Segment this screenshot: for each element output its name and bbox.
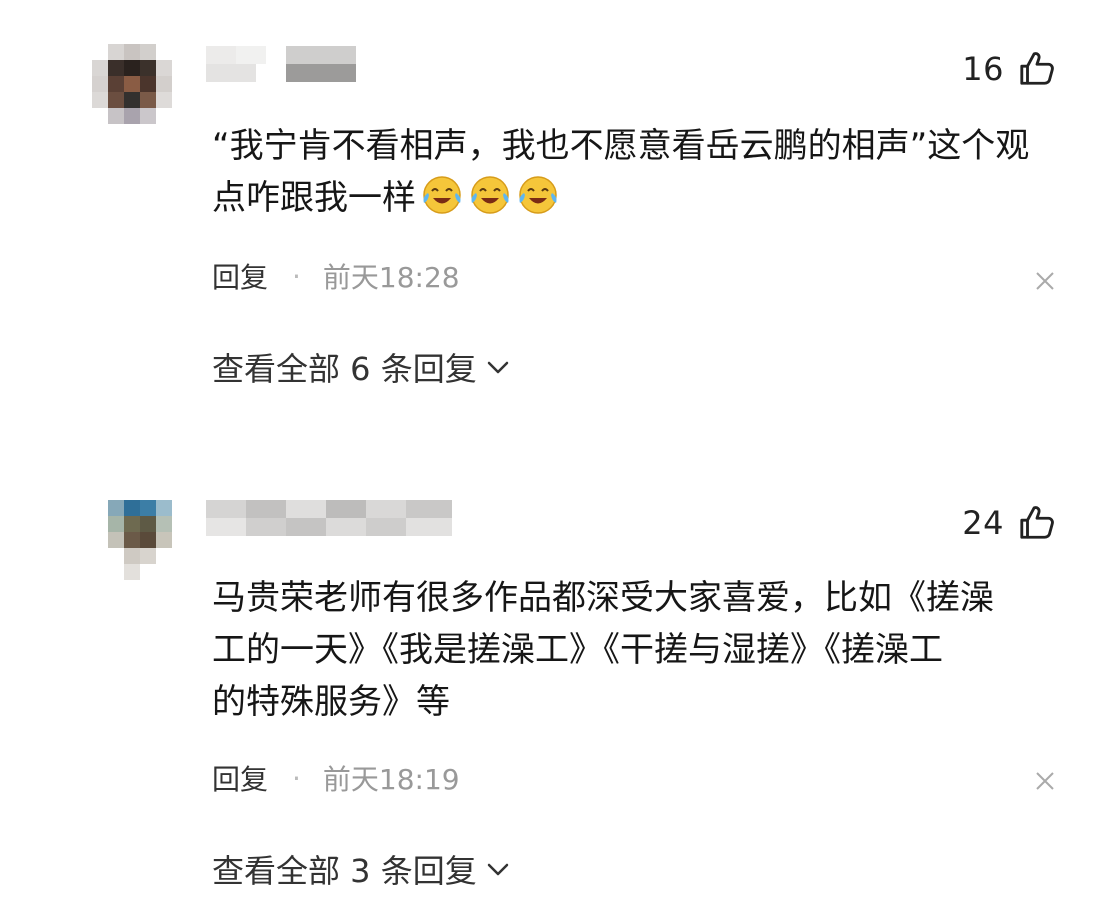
laughing-crying-emoji-icon bbox=[519, 176, 557, 214]
timestamp: 前天18:28 bbox=[322, 261, 460, 294]
comment-text-line: 点咋跟我一样 bbox=[212, 172, 1072, 224]
reply-button[interactable]: 回复 bbox=[212, 256, 268, 296]
view-all-replies-label: 查看全部 3 条回复 bbox=[212, 852, 477, 890]
like-area[interactable]: 24 bbox=[962, 504, 1056, 542]
laughing-crying-emoji-icon bbox=[423, 176, 461, 214]
meta-separator: · bbox=[292, 761, 301, 795]
meta-separator: · bbox=[292, 259, 301, 293]
thumbs-up-icon[interactable] bbox=[1018, 504, 1056, 542]
comment-item: 16 “我宁肯不看相声，我也不愿意看岳云鹏的相声”这个观 点咋跟我一样 回复 ·… bbox=[0, 0, 1094, 450]
comment-item: 24 马贵荣老师有很多作品都深受大家喜爱，比如《搓澡 工的一天》《我是搓澡工》《… bbox=[0, 470, 1094, 914]
timestamp: 前天18:19 bbox=[322, 763, 460, 796]
comment-text-fragment: 点咋跟我一样 bbox=[212, 178, 416, 218]
view-all-replies-button[interactable]: 查看全部 3 条回复 bbox=[212, 846, 511, 892]
close-icon[interactable] bbox=[1034, 770, 1056, 792]
like-area[interactable]: 16 bbox=[962, 50, 1056, 88]
like-count: 24 bbox=[962, 504, 1004, 542]
comment-meta: 回复 · 前天18:19 bbox=[212, 758, 460, 798]
comment-meta: 回复 · 前天18:28 bbox=[212, 256, 460, 296]
laughing-crying-emoji-icon bbox=[471, 176, 509, 214]
comment-text-line: 的特殊服务》等 bbox=[212, 682, 450, 722]
chevron-down-icon bbox=[487, 361, 508, 374]
view-all-replies-button[interactable]: 查看全部 6 条回复 bbox=[212, 344, 511, 390]
thumbs-up-icon[interactable] bbox=[1018, 50, 1056, 88]
reply-button[interactable]: 回复 bbox=[212, 758, 268, 798]
chevron-down-icon bbox=[487, 863, 508, 876]
username-blurred[interactable] bbox=[206, 46, 356, 82]
comment-text-line: 马贵荣老师有很多作品都深受大家喜爱，比如《搓澡 bbox=[212, 578, 994, 618]
comment-text: 马贵荣老师有很多作品都深受大家喜爱，比如《搓澡 工的一天》《我是搓澡工》《干搓与… bbox=[212, 572, 1072, 728]
avatar[interactable] bbox=[92, 44, 172, 134]
avatar[interactable] bbox=[108, 500, 188, 590]
comment-text: “我宁肯不看相声，我也不愿意看岳云鹏的相声”这个观 点咋跟我一样 bbox=[212, 120, 1072, 224]
comment-text-line: “我宁肯不看相声，我也不愿意看岳云鹏的相声”这个观 bbox=[212, 126, 1030, 166]
like-count: 16 bbox=[962, 50, 1004, 88]
comment-text-line: 工的一天》《我是搓澡工》《干搓与湿搓》《搓澡工 bbox=[212, 630, 943, 670]
view-all-replies-label: 查看全部 6 条回复 bbox=[212, 350, 477, 388]
username-blurred[interactable] bbox=[206, 500, 452, 536]
close-icon[interactable] bbox=[1034, 270, 1056, 292]
